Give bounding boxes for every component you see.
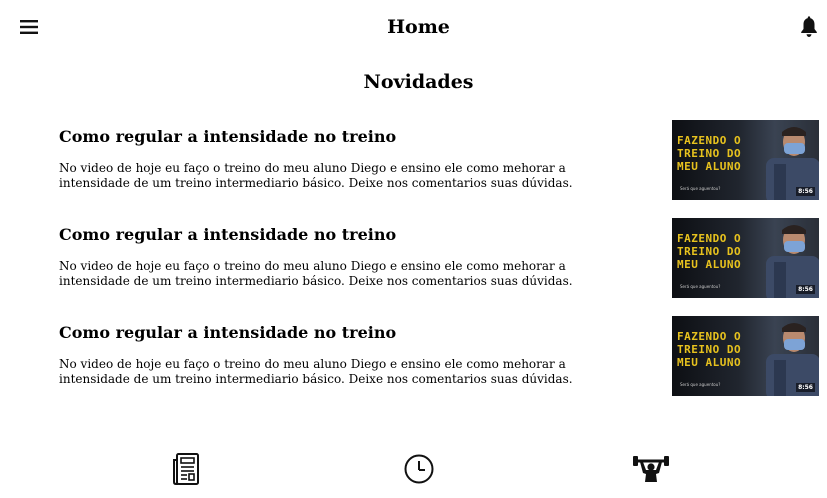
post-description: No video de hoje eu faço o treino do meu… — [59, 259, 573, 288]
weightlifter-icon — [633, 456, 669, 482]
bell-icon — [801, 16, 817, 37]
bottom-navigation — [0, 448, 827, 488]
video-duration: 8:56 — [796, 383, 815, 392]
nav-workout-button[interactable] — [632, 451, 670, 487]
post-description: No video de hoje eu faço o treino do meu… — [59, 161, 573, 190]
video-duration: 8:56 — [796, 187, 815, 196]
page-title: Home — [387, 16, 450, 38]
newspaper-icon — [173, 453, 199, 485]
thumbnail-caption: Fazendo o treino do meu aluno — [677, 134, 742, 173]
thumbnail-subtitle: Será que aguentou? — [680, 382, 721, 387]
section-title: Novidades — [363, 71, 474, 93]
nav-history-button[interactable] — [400, 451, 438, 487]
post-title: Como regular a intensidade no treino — [59, 127, 397, 146]
video-thumbnail[interactable]: Fazendo o treino do meu aluno Será que a… — [672, 120, 819, 200]
app-root: Home Novidades Como regular a intensidad… — [0, 0, 827, 498]
post-description: No video de hoje eu faço o treino do meu… — [59, 357, 573, 386]
thumbnail-caption: Fazendo o treino do meu aluno — [677, 330, 742, 369]
post-title: Como regular a intensidade no treino — [59, 225, 397, 244]
thumbnail-subtitle: Será que aguentou? — [680, 284, 721, 289]
video-thumbnail[interactable]: Fazendo o treino do meu aluno Será que a… — [672, 316, 819, 396]
video-duration: 8:56 — [796, 285, 815, 294]
nav-news-button[interactable] — [167, 451, 205, 487]
thumbnail-subtitle: Será que aguentou? — [680, 186, 721, 191]
post-title: Como regular a intensidade no treino — [59, 323, 397, 342]
thumbnail-caption: Fazendo o treino do meu aluno — [677, 232, 742, 271]
video-thumbnail[interactable]: Fazendo o treino do meu aluno Será que a… — [672, 218, 819, 298]
news-post[interactable]: Como regular a intensidade no treino No … — [0, 120, 827, 209]
notifications-button[interactable] — [798, 16, 820, 38]
news-post[interactable]: Como regular a intensidade no treino No … — [0, 316, 827, 405]
news-post[interactable]: Como regular a intensidade no treino No … — [0, 218, 827, 307]
clock-icon — [404, 454, 434, 484]
top-app-bar: Home — [0, 0, 827, 54]
